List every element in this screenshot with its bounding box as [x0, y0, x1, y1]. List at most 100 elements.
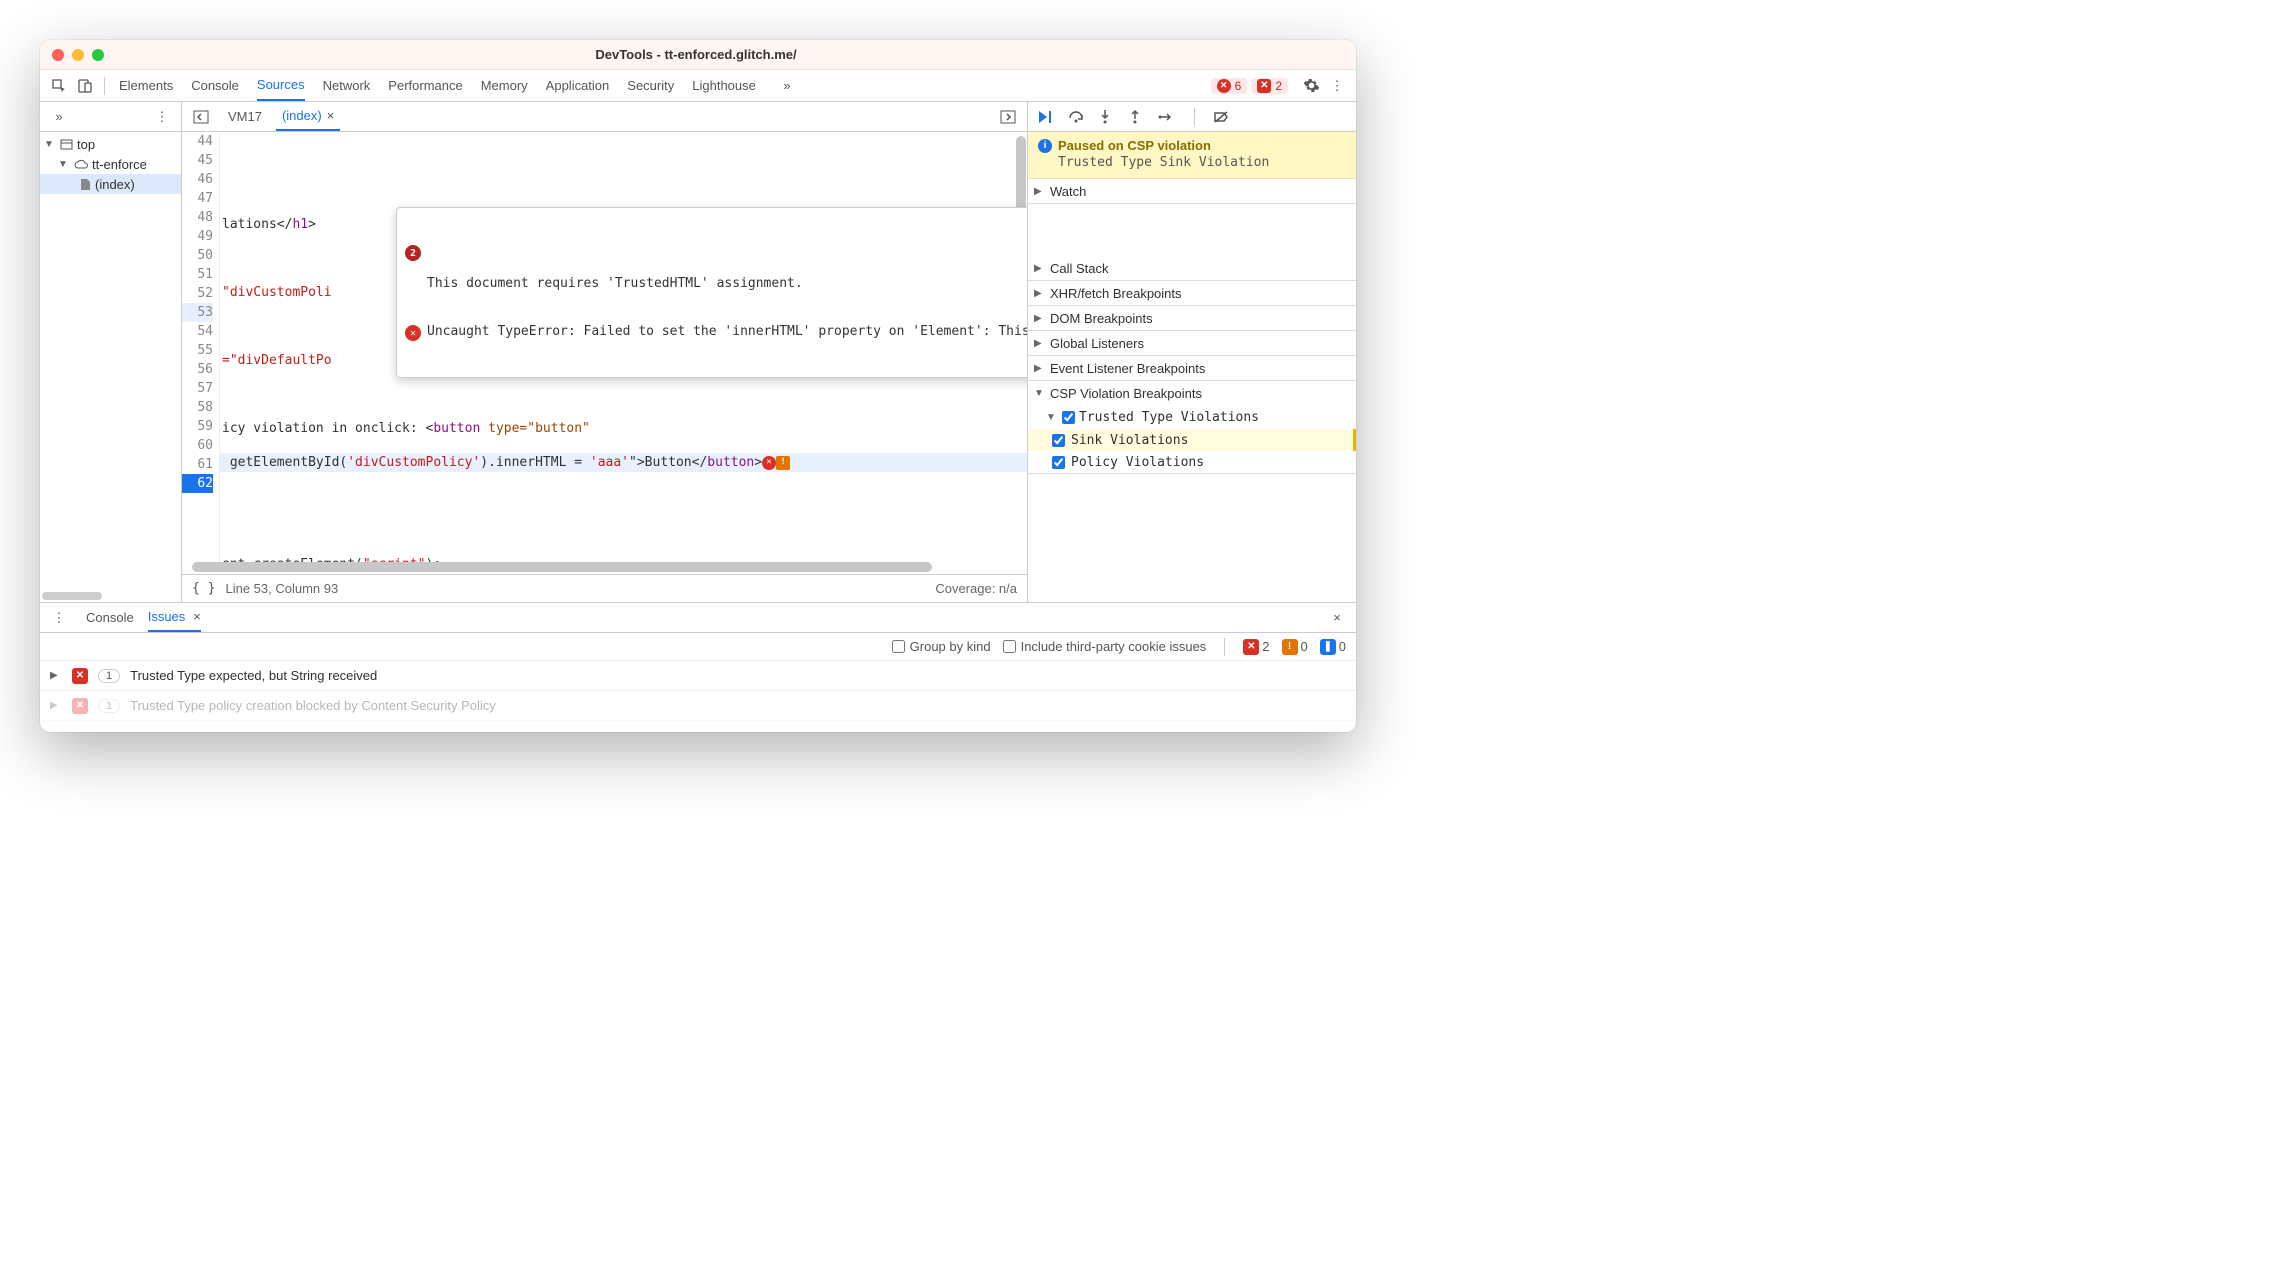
issue-icon: ✕	[1257, 79, 1271, 93]
panel-watch[interactable]: ▶Watch	[1028, 179, 1356, 203]
tree-file-index[interactable]: (index)	[40, 174, 181, 194]
document-icon	[80, 178, 91, 191]
checkbox-policy-violations[interactable]	[1052, 456, 1065, 469]
device-toolbar-icon[interactable]	[72, 73, 98, 99]
panel-xhr-breakpoints[interactable]: ▶XHR/fetch Breakpoints	[1028, 281, 1356, 305]
issue-count-pill: 1	[98, 669, 120, 683]
issues-info-count: ❚0	[1320, 639, 1346, 655]
line-gutter: 44454647 48495051 52535455 56575859 6061…	[182, 132, 220, 562]
chevron-right-icon: ▶	[50, 670, 60, 681]
minimize-window-button[interactable]	[72, 49, 84, 61]
checkbox-sink-violations-row[interactable]: Sink Violations	[1028, 429, 1356, 451]
step-out-icon[interactable]	[1128, 109, 1146, 125]
navigator-menu-icon[interactable]: ⋮	[149, 104, 175, 130]
tree-top[interactable]: ▼ top	[40, 134, 181, 154]
issue-count-pill: 1	[98, 699, 120, 713]
coverage-status: Coverage: n/a	[935, 581, 1017, 596]
inspect-icon[interactable]	[46, 73, 72, 99]
navigator-toolbar: » ⋮	[40, 102, 181, 132]
tree-domain[interactable]: ▼ tt-enforce	[40, 154, 181, 174]
nav-forward-icon[interactable]	[995, 104, 1021, 130]
deactivate-breakpoints-icon[interactable]	[1213, 110, 1231, 124]
close-window-button[interactable]	[52, 49, 64, 61]
tab-console[interactable]: Console	[191, 70, 239, 101]
close-tab-icon[interactable]: ×	[193, 609, 201, 624]
editor-status-bar: { } Line 53, Column 93 Coverage: n/a	[182, 574, 1027, 602]
panel-trusted-type-violations[interactable]: ▼ Trusted Type Violations	[1028, 405, 1356, 429]
panel-global-listeners[interactable]: ▶Global Listeners	[1028, 331, 1356, 355]
more-tabs-icon[interactable]: »	[774, 73, 800, 99]
tree-file-label: (index)	[95, 177, 135, 192]
navigator-more-icon[interactable]: »	[46, 104, 72, 130]
step-icon[interactable]	[1158, 110, 1176, 124]
issue-row[interactable]: ▶ ✕ 1 Trusted Type policy creation block…	[40, 691, 1356, 721]
nav-back-icon[interactable]	[188, 104, 214, 130]
checkbox-sink-violations[interactable]	[1052, 434, 1065, 447]
window-icon	[60, 138, 73, 151]
tab-performance[interactable]: Performance	[388, 70, 462, 101]
error-icon: ✕	[72, 698, 88, 714]
tab-elements[interactable]: Elements	[119, 70, 173, 101]
editor-pane: VM17 (index) × 44454647 48495051 5253545…	[182, 102, 1028, 602]
error-icon: ✕	[405, 325, 421, 341]
navigator-scrollbar[interactable]	[40, 592, 181, 602]
file-tree[interactable]: ▼ top ▼ tt-enforce (index)	[40, 132, 181, 592]
tab-lighthouse[interactable]: Lighthouse	[692, 70, 756, 101]
code-content[interactable]: lations</h1> "divCustomPoli ="divDefault…	[220, 132, 1027, 562]
third-party-toggle[interactable]: Include third-party cookie issues	[1003, 639, 1207, 654]
error-count-bubble: 2	[405, 245, 421, 261]
main-tabbar: Elements Console Sources Network Perform…	[40, 70, 1356, 102]
settings-icon[interactable]	[1298, 73, 1324, 99]
code-editor[interactable]: 44454647 48495051 52535455 56575859 6061…	[182, 132, 1027, 562]
panel-tabs: Elements Console Sources Network Perform…	[119, 70, 800, 101]
issue-title: Trusted Type expected, but String receiv…	[130, 668, 377, 683]
file-tab-index[interactable]: (index) ×	[276, 102, 340, 131]
checkbox-tt-violations[interactable]	[1062, 411, 1075, 424]
file-tab-vm17[interactable]: VM17	[222, 102, 268, 131]
issue-title: Trusted Type policy creation blocked by …	[130, 698, 496, 713]
issue-row[interactable]: ▶ ✕ 1 Trusted Type expected, but String …	[40, 661, 1356, 691]
chevron-down-icon: ▼	[44, 139, 54, 150]
drawer-menu-icon[interactable]: ⋮	[46, 605, 72, 631]
file-tab-bar: VM17 (index) ×	[182, 102, 1027, 132]
step-over-icon[interactable]	[1068, 110, 1086, 124]
error-icon: ✕	[1243, 639, 1259, 655]
drawer-tab-issues[interactable]: Issues ×	[148, 603, 201, 632]
inline-error-icon[interactable]: ✕	[762, 456, 776, 470]
window-title: DevTools - tt-enforced.glitch.me/	[104, 47, 1288, 62]
step-into-icon[interactable]	[1098, 109, 1116, 125]
info-icon: i	[1038, 139, 1052, 153]
inline-warning-icon[interactable]: !	[776, 456, 790, 470]
panel-csp-breakpoints[interactable]: ▼CSP Violation Breakpoints	[1028, 381, 1356, 405]
tab-network[interactable]: Network	[323, 70, 371, 101]
editor-horizontal-scrollbar[interactable]	[182, 562, 1027, 574]
tab-security[interactable]: Security	[627, 70, 674, 101]
group-by-kind-toggle[interactable]: Group by kind	[892, 639, 991, 654]
checkbox-policy-violations-row[interactable]: Policy Violations	[1028, 451, 1356, 473]
tab-application[interactable]: Application	[546, 70, 610, 101]
issue-count-badge[interactable]: ✕ 2	[1251, 78, 1288, 94]
pretty-print-icon[interactable]: { }	[192, 581, 215, 596]
maximize-window-button[interactable]	[92, 49, 104, 61]
chevron-right-icon: ▶	[50, 700, 60, 711]
drawer: ⋮ Console Issues × × Group by kind Inclu…	[40, 602, 1356, 732]
debugger-sidebar: i Paused on CSP violation Trusted Type S…	[1028, 102, 1356, 602]
close-tab-icon[interactable]: ×	[327, 108, 335, 123]
titlebar: DevTools - tt-enforced.glitch.me/	[40, 40, 1356, 70]
paused-subtitle: Trusted Type Sink Violation	[1058, 155, 1346, 170]
panel-event-listener-breakpoints[interactable]: ▶Event Listener Breakpoints	[1028, 356, 1356, 380]
tree-domain-label: tt-enforce	[92, 157, 147, 172]
error-count-badge[interactable]: ✕ 6	[1211, 78, 1248, 94]
close-drawer-icon[interactable]: ×	[1324, 605, 1350, 631]
panel-call-stack[interactable]: ▶Call Stack	[1028, 256, 1356, 280]
tree-top-label: top	[77, 137, 95, 152]
panel-dom-breakpoints[interactable]: ▶DOM Breakpoints	[1028, 306, 1356, 330]
drawer-tab-console[interactable]: Console	[86, 603, 134, 632]
tab-sources[interactable]: Sources	[257, 70, 305, 101]
resume-icon[interactable]	[1038, 110, 1056, 124]
paused-banner: i Paused on CSP violation Trusted Type S…	[1028, 132, 1356, 179]
kebab-menu-icon[interactable]: ⋮	[1324, 73, 1350, 99]
tab-memory[interactable]: Memory	[481, 70, 528, 101]
drawer-tabs: ⋮ Console Issues × ×	[40, 603, 1356, 633]
chevron-down-icon: ▼	[58, 159, 68, 170]
